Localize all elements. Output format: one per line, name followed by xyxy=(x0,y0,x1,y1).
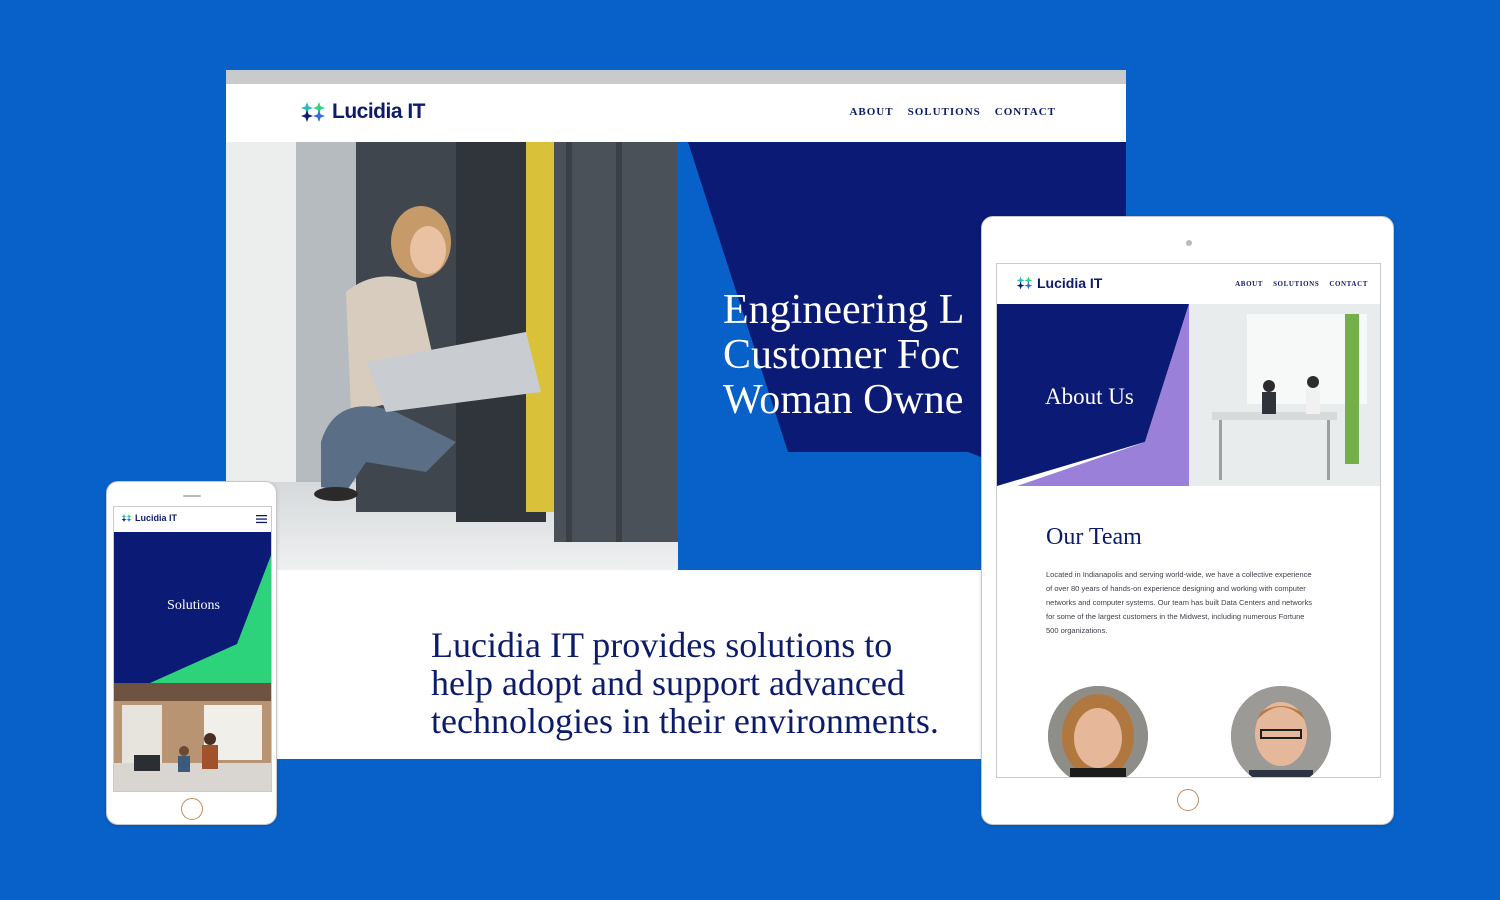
lucidia-star-logo-icon xyxy=(301,102,325,122)
phone-logo[interactable]: Lucidia IT xyxy=(121,513,177,523)
desktop-logo[interactable]: Lucidia IT xyxy=(300,100,426,124)
team-member-photo xyxy=(1231,686,1331,777)
our-team-description: Located in Indianapolis and serving worl… xyxy=(1046,570,1312,635)
phone-home-button[interactable] xyxy=(181,798,203,820)
phone-speaker xyxy=(183,495,201,497)
tablet-mockup: Lucidia IT ABOUT SOLUTIONS CONTACT About… xyxy=(981,216,1394,825)
brand-name: Lucidia IT xyxy=(135,513,178,523)
nav-contact-link[interactable]: CONTACT xyxy=(1329,280,1368,288)
lucidia-star-logo-icon xyxy=(1016,276,1033,290)
desktop-nav-menu: ABOUT SOLUTIONS CONTACT xyxy=(849,106,1056,118)
nav-about-link[interactable]: ABOUT xyxy=(1235,280,1263,288)
brand-name: Lucidia IT xyxy=(1037,275,1103,291)
intro-statement: Lucidia IT provides solutions to help ad… xyxy=(431,625,939,741)
lucidia-star-logo-icon xyxy=(121,513,132,523)
solutions-hero-title: Solutions xyxy=(167,598,220,613)
tablet-screen: Lucidia IT ABOUT SOLUTIONS CONTACT About… xyxy=(996,263,1381,778)
our-team-heading: Our Team xyxy=(1046,524,1142,550)
about-hero-title: About Us xyxy=(1045,384,1134,409)
brand-name: Lucidia IT xyxy=(332,100,426,123)
hero-photo-datacenter xyxy=(226,142,678,570)
office-photo xyxy=(114,683,271,791)
nav-contact-link[interactable]: CONTACT xyxy=(995,106,1056,118)
tablet-nav-menu: ABOUT SOLUTIONS CONTACT xyxy=(1235,280,1368,288)
tablet-header: Lucidia IT ABOUT SOLUTIONS CONTACT xyxy=(997,264,1380,304)
tablet-logo[interactable]: Lucidia IT xyxy=(1016,275,1102,291)
nav-solutions-link[interactable]: SOLUTIONS xyxy=(1273,280,1319,288)
phone-screen: Lucidia IT Solutions xyxy=(113,506,272,792)
team-member-photo xyxy=(1048,686,1148,777)
tablet-home-button[interactable] xyxy=(1177,789,1199,811)
desktop-header: Lucidia IT ABOUT SOLUTIONS CONTACT xyxy=(226,84,1126,142)
nav-about-link[interactable]: ABOUT xyxy=(849,106,893,118)
phone-mockup: Lucidia IT Solutions xyxy=(106,481,277,825)
tablet-camera xyxy=(1186,240,1192,246)
hamburger-menu-icon[interactable] xyxy=(256,514,267,524)
phone-header: Lucidia IT xyxy=(114,507,271,532)
browser-chrome-bar xyxy=(226,70,1126,84)
about-hero: About Us xyxy=(997,304,1380,486)
nav-solutions-link[interactable]: SOLUTIONS xyxy=(908,106,981,118)
